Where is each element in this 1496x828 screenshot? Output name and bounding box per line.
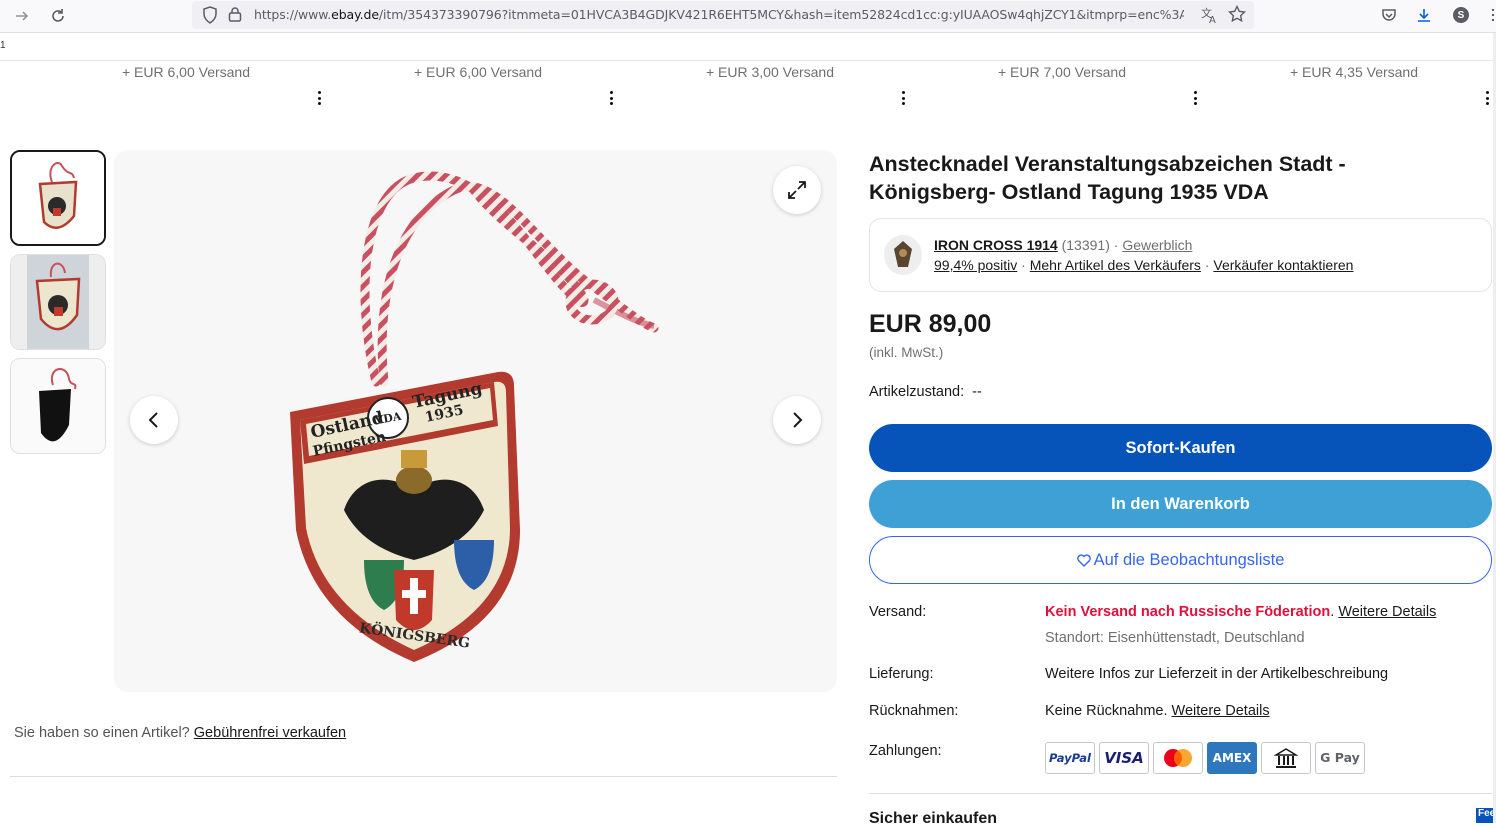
thumbnail-3[interactable] (10, 358, 106, 454)
visa-icon: VISA (1099, 742, 1149, 774)
browser-toolbar: https://www.ebay.de/itm/354373390796?itm… (0, 0, 1496, 33)
badge-thumbnail-image (11, 255, 105, 349)
chevron-right-icon (793, 412, 803, 428)
pocket-icon[interactable] (1378, 4, 1400, 26)
thumbnail-1[interactable] (10, 150, 106, 246)
watchlist-label: Auf die Beobachtungsliste (1093, 550, 1285, 569)
badge-image: VDA Ostland Pfingsten Tagung 1935 KÖNIGS… (114, 150, 837, 692)
more-options-icon[interactable] (898, 88, 908, 108)
thumbnail-2[interactable] (10, 254, 106, 350)
badge-thumbnail-image (12, 152, 104, 244)
url-bar[interactable]: https://www.ebay.de/itm/354373390796?itm… (192, 1, 1254, 29)
divider (10, 776, 837, 777)
sell-free-link[interactable]: Gebührenfrei verkaufen (194, 725, 346, 741)
svg-text:A: A (1209, 15, 1216, 25)
returns-label: Rücknahmen: (869, 703, 959, 719)
delivery-info: Weitere Infos zur Lieferzeit in der Arti… (1045, 666, 1389, 682)
related-item-shipping[interactable]: + EUR 6,00 Versand (40, 64, 332, 114)
add-to-cart-button[interactable]: In den Warenkorb (869, 480, 1492, 528)
seller-info: IRON CROSS 1914 (13391) · Gewerblich (934, 237, 1193, 253)
seller-type-link[interactable]: Gewerblich (1122, 237, 1192, 253)
page-marker: 1 (0, 40, 6, 51)
tax-note: (inkl. MwSt.) (869, 345, 944, 360)
forward-icon[interactable] (10, 4, 34, 28)
menu-icon[interactable] (1482, 4, 1496, 26)
safe-shopping-heading: Sicher einkaufen (869, 810, 998, 827)
price: EUR 89,00 (869, 310, 992, 338)
download-icon[interactable] (1413, 4, 1435, 26)
delivery-label: Lieferung: (869, 666, 934, 682)
returns-details-link[interactable]: Weitere Details (1172, 703, 1270, 719)
seller-rating-count: (13391) (1061, 237, 1110, 253)
related-item-shipping[interactable]: + EUR 7,00 Versand (916, 64, 1208, 114)
svg-text:VISA: VISA (1104, 749, 1144, 767)
shipping-label: Versand: (869, 604, 927, 620)
listing-title: Anstecknadel Veranstaltungsabzeichen Sta… (869, 152, 1346, 204)
amex-icon: AMEX (1207, 742, 1257, 774)
lock-icon[interactable] (228, 6, 242, 27)
more-options-icon[interactable] (606, 88, 616, 108)
profile-icon[interactable]: S (1450, 4, 1472, 26)
badge-back-thumbnail-image (11, 359, 105, 453)
shipping-cost: + EUR 4,35 Versand (1289, 64, 1419, 80)
payment-methods: PayPal VISA AMEX G Pay (1045, 742, 1365, 774)
buy-now-button[interactable]: Sofort-Kaufen (869, 424, 1492, 472)
sell-prompt-text: Sie haben so einen Artikel? (14, 725, 190, 741)
bank-transfer-icon (1261, 742, 1311, 774)
shipping-cost: + EUR 3,00 Versand (705, 64, 835, 80)
seller-avatar[interactable] (884, 235, 922, 275)
divider (869, 793, 1492, 794)
url-text[interactable]: https://www.ebay.de/itm/354373390796?itm… (254, 7, 1184, 22)
paypal-icon: PayPal (1045, 742, 1095, 774)
tracking-shield-icon[interactable] (202, 6, 218, 29)
previous-image-button[interactable] (130, 396, 178, 444)
shipping-cost: + EUR 6,00 Versand (413, 64, 543, 80)
shipping-details-link[interactable]: Weitere Details (1338, 604, 1436, 620)
seller-feedback-link[interactable]: 99,4% positiv (934, 257, 1017, 273)
related-item-shipping[interactable]: + EUR 3,00 Versand (624, 64, 916, 114)
more-options-icon[interactable] (314, 88, 324, 108)
svg-text:AMEX: AMEX (1213, 751, 1252, 765)
seller-name-link[interactable]: IRON CROSS 1914 (934, 237, 1058, 253)
mastercard-icon (1153, 742, 1203, 774)
bookmark-star-icon[interactable] (1227, 4, 1247, 28)
seller-links: 99,4% positiv · Mehr Artikel des Verkäuf… (934, 257, 1354, 273)
shipping-cost: + EUR 7,00 Versand (997, 64, 1127, 80)
related-item-shipping[interactable]: + EUR 6,00 Versand (332, 64, 624, 114)
more-options-icon[interactable] (1482, 88, 1492, 108)
payments-label: Zahlungen: (869, 743, 942, 759)
condition-value: -- (972, 384, 982, 400)
returns-info: Keine Rücknahme. Weitere Details (1045, 703, 1270, 719)
seller-card: IRON CROSS 1914 (13391) · Gewerblich 99,… (869, 218, 1492, 292)
main-product-image[interactable]: VDA Ostland Pfingsten Tagung 1935 KÖNIGS… (114, 150, 837, 692)
reload-icon[interactable] (46, 4, 70, 28)
more-options-icon[interactable] (1190, 88, 1200, 108)
translate-icon[interactable]: 文A (1200, 5, 1220, 30)
watchlist-button[interactable]: Auf die Beobachtungsliste (869, 536, 1492, 584)
sell-prompt: Sie haben so einen Artikel? Gebührenfrei… (14, 725, 346, 741)
divider (0, 60, 1496, 61)
item-location: Standort: Eisenhüttenstadt, Deutschland (1045, 630, 1305, 646)
contact-seller-link[interactable]: Verkäufer kontaktieren (1213, 257, 1353, 273)
seller-more-items-link[interactable]: Mehr Artikel des Verkäufers (1030, 257, 1201, 273)
heart-icon (1076, 553, 1091, 567)
condition: Artikelzustand: -- (869, 384, 982, 400)
related-item-shipping[interactable]: + EUR 4,35 Versand (1208, 64, 1496, 114)
chevron-left-icon (148, 412, 158, 428)
expand-icon[interactable] (773, 166, 821, 214)
shipping-warning: Kein Versand nach Russische Föderation (1045, 604, 1331, 620)
google-pay-icon: G Pay (1315, 742, 1365, 774)
next-image-button[interactable] (773, 396, 821, 444)
svg-text:G Pay: G Pay (1320, 750, 1360, 765)
shipping-cost: + EUR 6,00 Versand (121, 64, 251, 80)
shipping-info: Kein Versand nach Russische Föderation. … (1045, 604, 1437, 620)
svg-text:PayPal: PayPal (1049, 751, 1092, 765)
